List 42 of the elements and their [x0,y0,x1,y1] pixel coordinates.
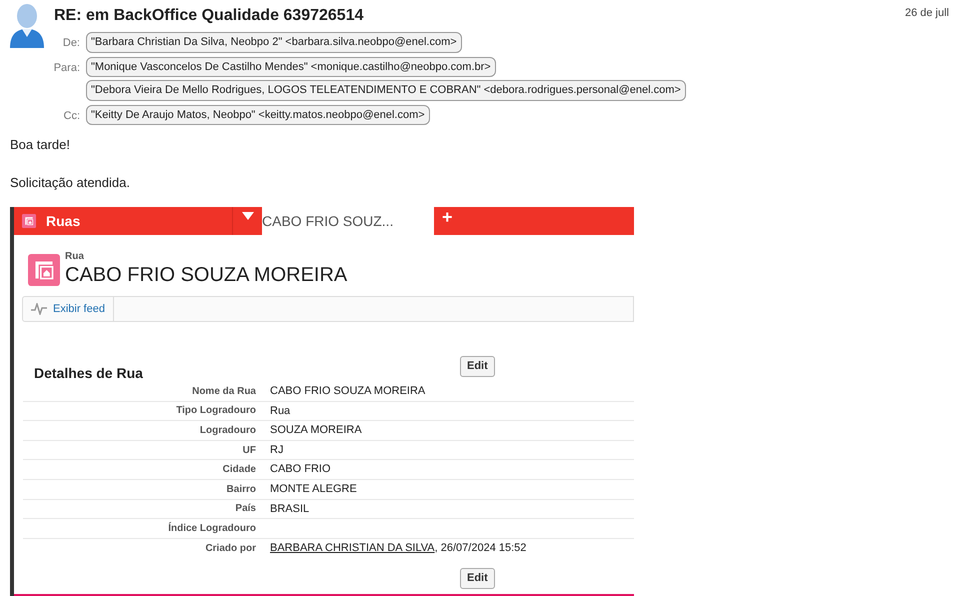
email-date: 26 de jull [904,6,949,21]
field-value: SOUZA MOREIRA [270,423,362,438]
field-label: País [234,502,257,516]
address-chip[interactable]: "Keitty De Araujo Matos, Neobpo" <keitty.matos.neobpo@enel.com> [86,104,430,125]
address-chip[interactable]: "Monique Vasconcelos De Castilho Mendes" <monique.castilho@neobpo.com.br> [86,56,496,77]
record-type: Rua [65,250,85,264]
field-value: MONTE ALEGRE [270,482,357,498]
field-label: Criado por [204,542,257,556]
email-subject: RE: em BackOffice Qualidade 639726514 [54,6,364,26]
address-chip[interactable]: "Debora Vieira De Mello Rodrigues, LOGOS TELEATENDIMENTO E COBRAN" <debora.rodrigues.personal@enel.com> [86,80,686,100]
field-label: Nome da Rua [191,384,257,399]
field-label: Cidade [222,463,257,478]
creator-link[interactable]: BARBARA CHRISTIAN DA SILVA [270,542,435,554]
field-value: CABO FRIO SOUZA MOREIRA [270,384,426,400]
street-icon [28,254,60,286]
field-value: BARBARA CHRISTIAN DA SILVA, 26/07/2024 15:52 [270,541,526,556]
header-label: Cc: [62,108,81,124]
record-title: CABO FRIO SOUZA MOREIRA [65,264,348,286]
field-label: Bairro [226,482,257,497]
field-label: UF [242,444,257,458]
person-avatar-icon [8,2,46,48]
pulse-icon [31,303,47,315]
street-icon [22,214,36,228]
edit-button[interactable]: Edit [460,356,495,376]
record-tab[interactable]: Ruas [14,207,262,235]
add-tab-button[interactable]: + [442,207,453,227]
field-label: Tipo Logradouro [175,404,257,418]
field-value: CABO FRIO [270,462,331,478]
field-label: Logradouro [198,424,257,438]
dropdown-caret-icon[interactable] [242,212,254,220]
field-value: Rua [270,404,290,419]
field-value: RJ [270,442,284,458]
header-label: Para: [52,60,81,76]
address-chip[interactable]: "Barbara Christian Da Silva, Neobpo 2" <barbara.silva.neobpo@enel.com> [86,32,462,52]
header-label: De: [62,36,81,51]
feed-button[interactable]: Exibir feed [23,297,114,321]
section-title: Detalhes de Rua [34,365,143,381]
body-text: Boa tarde! [10,136,71,154]
edit-button[interactable]: Edit [460,568,495,589]
field-value: BRASIL [270,502,310,517]
body-text: Solicitação atendida. [10,174,131,192]
field-label: Índice Logradouro [167,521,257,536]
